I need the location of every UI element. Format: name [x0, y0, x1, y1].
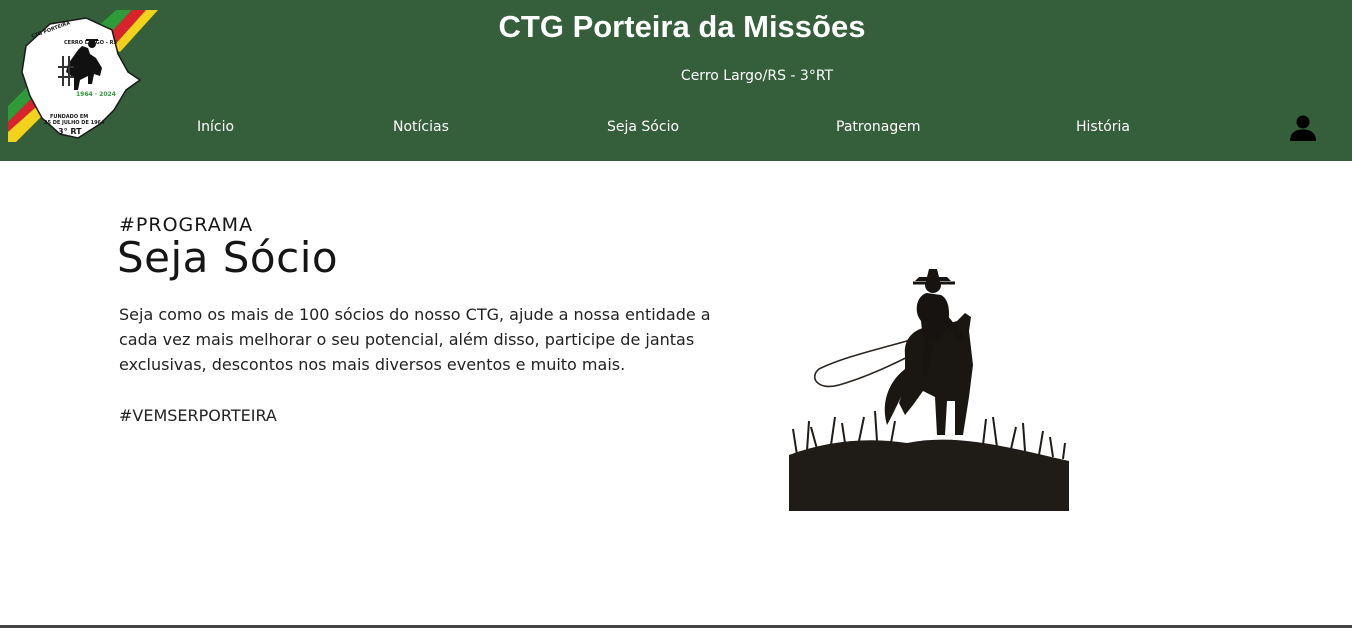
nav-link-inicio[interactable]: Início [197, 117, 234, 137]
program-description: Seja como os mais de 100 sócios do nosso… [119, 305, 711, 374]
svg-text:1964 · 2024: 1964 · 2024 [76, 91, 116, 98]
program-hashtag: #VEMSERPORTEIRA [119, 406, 277, 425]
page: CTG PORTEIRA CERRO LARGO - RS 1964 · 202… [0, 0, 1352, 628]
nav-link-patronagem[interactable]: Patronagem [836, 117, 921, 137]
nav-link-historia[interactable]: História [1076, 117, 1130, 137]
svg-text:3° RT: 3° RT [58, 127, 82, 136]
site-header: CTG PORTEIRA CERRO LARGO - RS 1964 · 202… [0, 0, 1352, 161]
user-icon[interactable] [1289, 114, 1317, 142]
nav-link-seja-socio[interactable]: Seja Sócio [607, 117, 679, 137]
gaucho-rider-silhouette-icon [789, 269, 1069, 511]
nav-link-noticias[interactable]: Notícias [393, 117, 449, 137]
site-title: CTG Porteira da Missões [498, 9, 866, 44]
svg-text:25 DE JULHO DE 1964: 25 DE JULHO DE 1964 [44, 120, 105, 126]
site-subtitle: Cerro Largo/RS - 3°RT [680, 68, 834, 84]
section-title: Seja Sócio [117, 233, 339, 282]
